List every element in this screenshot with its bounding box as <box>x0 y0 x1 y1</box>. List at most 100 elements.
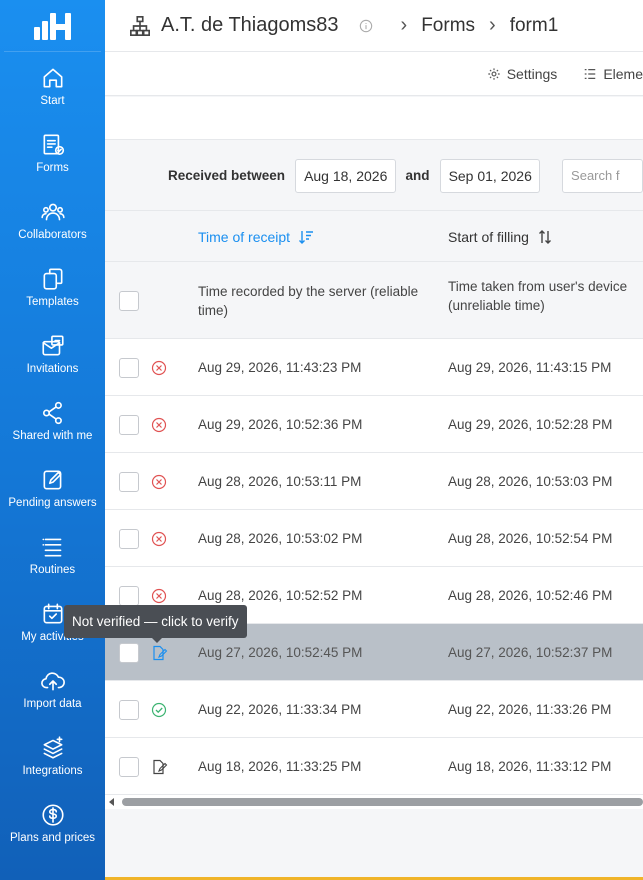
x-circle-icon[interactable] <box>150 416 168 434</box>
start-of-filling-cell: Aug 29, 2026, 10:52:28 PM <box>448 417 613 432</box>
table-row[interactable]: Aug 28, 2026, 10:53:11 PM Aug 28, 2026, 1… <box>105 453 643 510</box>
time-of-receipt-cell: Aug 29, 2026, 11:43:23 PM <box>198 360 362 375</box>
row-checkbox[interactable] <box>119 757 139 777</box>
sidebar: Start Forms Collaborators Templates Invitati… <box>0 0 105 880</box>
table-row[interactable]: Aug 29, 2026, 11:43:23 PM Aug 29, 2026, 1… <box>105 339 643 396</box>
time-of-receipt-cell: Aug 18, 2026, 11:33:25 PM <box>198 759 362 774</box>
x-circle-icon[interactable] <box>150 359 168 377</box>
subheader-bar <box>105 97 643 140</box>
sidebar-item-label: Pending answers <box>8 496 97 509</box>
start-of-filling-cell: Aug 27, 2026, 10:52:37 PM <box>448 645 613 660</box>
x-circle-icon[interactable] <box>150 473 168 491</box>
time-of-receipt-cell: Aug 29, 2026, 10:52:36 PM <box>198 417 363 432</box>
gear-icon <box>488 67 500 80</box>
sidebar-item-start[interactable]: Start <box>0 52 105 119</box>
column-time-of-receipt[interactable]: Time of receipt <box>198 211 314 262</box>
settings-button[interactable]: Settings <box>487 66 557 82</box>
start-of-filling-cell: Aug 22, 2026, 11:33:26 PM <box>448 702 612 717</box>
sidebar-item-label: Shared with me <box>12 429 93 442</box>
check-circle-icon[interactable] <box>150 701 168 719</box>
table-row[interactable]: Aug 18, 2026, 11:33:25 PM Aug 18, 2026, 1… <box>105 738 643 795</box>
app-header: A.T. de Thiagoms83 › Forms › form1 <box>105 0 643 52</box>
collaborators-icon <box>40 203 65 220</box>
time-of-receipt-cell: Aug 28, 2026, 10:53:02 PM <box>198 531 363 546</box>
start-date-input[interactable]: Aug 18, 2026 <box>295 158 396 193</box>
row-checkbox[interactable] <box>119 415 139 435</box>
row-checkbox[interactable] <box>119 700 139 720</box>
info-icon[interactable] <box>359 19 373 33</box>
row-checkbox[interactable] <box>119 529 139 549</box>
table-row[interactable]: Aug 29, 2026, 10:52:36 PM Aug 29, 2026, 1… <box>105 396 643 453</box>
select-all-checkbox[interactable] <box>119 291 139 311</box>
layers-icon <box>43 735 62 759</box>
sidebar-item-integrations[interactable]: Integrations <box>0 722 105 789</box>
row-checkbox[interactable] <box>119 358 139 378</box>
sidebar-item-invitations[interactable]: Invitations <box>0 320 105 387</box>
column-description: Time taken from user's device (unreliabl… <box>448 277 643 315</box>
x-circle-icon[interactable] <box>150 530 168 548</box>
breadcrumb-forms[interactable]: Forms <box>421 15 475 37</box>
row-checkbox[interactable] <box>119 643 139 663</box>
app-logo[interactable] <box>4 0 101 52</box>
sidebar-item-collaborators[interactable]: Collaborators <box>0 186 105 253</box>
sidebar-item-label: Collaborators <box>18 228 87 241</box>
routines-icon <box>41 538 61 556</box>
horizontal-scrollbar[interactable] <box>105 795 643 809</box>
organization-name[interactable]: A.T. de Thiagoms83 <box>161 14 339 37</box>
table-row[interactable]: Aug 28, 2026, 10:53:02 PM Aug 28, 2026, 1… <box>105 510 643 567</box>
start-of-filling-cell: Aug 29, 2026, 11:43:15 PM <box>448 360 612 375</box>
start-of-filling-cell: Aug 28, 2026, 10:53:03 PM <box>448 474 613 489</box>
scroll-left-icon[interactable] <box>109 798 114 806</box>
sidebar-item-pending-answers[interactable]: Pending answers <box>0 454 105 521</box>
sidebar-item-label: Start <box>40 94 65 107</box>
table-row[interactable]: Aug 22, 2026, 11:33:34 PM Aug 22, 2026, 1… <box>105 681 643 738</box>
column-description: Time recorded by the server (reliable ti… <box>198 284 419 318</box>
column-label: Time of receipt <box>198 228 291 245</box>
forms-icon <box>43 133 64 155</box>
breadcrumb-form1[interactable]: form1 <box>510 15 559 37</box>
chevron-right-icon: › <box>489 14 496 36</box>
scrollbar-thumb[interactable] <box>122 798 643 806</box>
row-checkbox[interactable] <box>119 472 139 492</box>
sidebar-item-routines[interactable]: Routines <box>0 521 105 588</box>
logo-icon <box>33 12 71 40</box>
document-signature-icon[interactable] <box>150 758 168 776</box>
row-checkbox[interactable] <box>119 586 139 606</box>
x-circle-icon[interactable] <box>150 587 168 605</box>
sidebar-item-plans-and-prices[interactable]: Plans and prices <box>0 789 105 856</box>
sidebar-item-label: Invitations <box>26 362 79 375</box>
sort-desc-icon[interactable] <box>298 229 314 245</box>
sidebar-item-label: Forms <box>36 161 69 174</box>
sort-icon[interactable] <box>537 229 553 245</box>
dollar-icon <box>41 803 64 826</box>
verify-tooltip: Not verified — click to verify <box>64 605 247 643</box>
responses-table: Time of receipt Start of filling Time re… <box>105 211 643 795</box>
sidebar-item-label: Integrations <box>22 764 83 777</box>
document-signature-icon[interactable] <box>150 644 168 662</box>
chevron-right-icon: › <box>400 14 408 36</box>
start-of-filling-cell: Aug 28, 2026, 10:52:46 PM <box>448 588 613 603</box>
start-of-filling-cell: Aug 18, 2026, 11:33:12 PM <box>448 759 612 774</box>
search-input[interactable]: Search f <box>562 158 643 193</box>
table-description-row: Time recorded by the server (reliable ti… <box>105 262 643 339</box>
sidebar-item-forms[interactable]: Forms <box>0 119 105 186</box>
column-start-of-filling[interactable]: Start of filling <box>448 211 553 262</box>
cloud-upload-icon <box>40 671 65 690</box>
home-icon <box>43 68 62 87</box>
date-filter: Received between Aug 18, 2026 and Sep 01… <box>105 141 643 211</box>
sidebar-item-label: Plans and prices <box>9 831 96 844</box>
sidebar-item-shared-with-me[interactable]: Shared with me <box>0 387 105 454</box>
calendar-check-icon <box>43 602 62 623</box>
share-icon <box>42 401 62 424</box>
sidebar-item-templates[interactable]: Templates <box>0 253 105 320</box>
sidebar-item-label: Import data <box>23 697 82 710</box>
end-date-input[interactable]: Sep 01, 2026 <box>439 158 541 193</box>
invitations-icon <box>41 334 64 355</box>
sidebar-item-import-data[interactable]: Import data <box>0 655 105 722</box>
elements-label: Eleme <box>603 65 643 82</box>
elements-button[interactable]: Eleme <box>583 66 643 82</box>
time-of-receipt-cell: Aug 28, 2026, 10:53:11 PM <box>198 474 362 489</box>
sidebar-item-label: Templates <box>26 295 79 308</box>
column-description-line: Time taken from user's device <box>448 279 628 294</box>
column-description-line: (unreliable time) <box>448 298 545 313</box>
